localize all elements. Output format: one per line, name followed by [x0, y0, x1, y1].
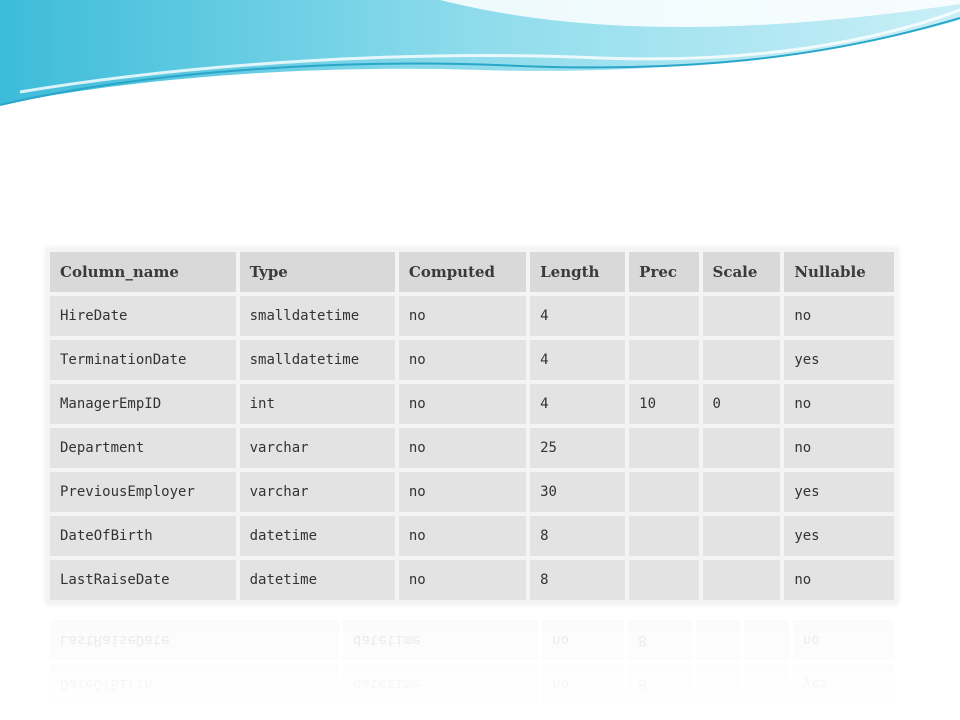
header-column-name: Column_name	[50, 252, 236, 292]
table-row: DateOfBirth datetime no 8 yes	[50, 516, 894, 556]
reflection-cell: no	[542, 620, 625, 660]
cell-computed: no	[398, 516, 527, 556]
reflection-table: DateOfBirth datetime no 8 yes LastRaiseD…	[46, 616, 898, 708]
header-nullable: Nullable	[784, 252, 894, 292]
reflection-cell: LastRaiseDate	[50, 620, 340, 660]
cell-nullable: no	[784, 296, 894, 336]
cell-scale	[702, 428, 781, 468]
schema-table-panel: Column_name Type Computed Length Prec Sc…	[46, 248, 898, 604]
cell-nullable: no	[784, 384, 894, 424]
cell-nullable: yes	[784, 472, 894, 512]
cell-column-name: Department	[50, 428, 236, 468]
reflection-cell	[744, 664, 789, 704]
cell-column-name: DateOfBirth	[50, 516, 236, 556]
cell-length: 4	[530, 340, 626, 380]
table-row: Department varchar no 25 no	[50, 428, 894, 468]
schema-table: Column_name Type Computed Length Prec Sc…	[46, 248, 898, 604]
cell-scale	[702, 472, 781, 512]
cell-type: datetime	[239, 516, 395, 556]
reflection-row: DateOfBirth datetime no 8 yes	[50, 664, 894, 704]
cell-scale	[702, 560, 781, 600]
table-row: ManagerEmpID int no 4 10 0 no	[50, 384, 894, 424]
header-computed: Computed	[398, 252, 527, 292]
header-type: Type	[239, 252, 395, 292]
cell-nullable: no	[784, 428, 894, 468]
cell-type: varchar	[239, 472, 395, 512]
cell-computed: no	[398, 296, 527, 336]
reflection-cell: 8	[628, 620, 692, 660]
cell-column-name: HireDate	[50, 296, 236, 336]
cell-computed: no	[398, 560, 527, 600]
cell-type: smalldatetime	[239, 340, 395, 380]
cell-nullable: yes	[784, 516, 894, 556]
cell-length: 4	[530, 384, 626, 424]
cell-length: 8	[530, 560, 626, 600]
table-row: HireDate smalldatetime no 4 no	[50, 296, 894, 336]
reflection-cell	[744, 620, 789, 660]
cell-prec	[629, 560, 699, 600]
cell-scale	[702, 296, 781, 336]
cell-prec	[629, 472, 699, 512]
cell-prec	[629, 516, 699, 556]
cell-prec	[629, 428, 699, 468]
cell-prec	[629, 296, 699, 336]
cell-scale	[702, 516, 781, 556]
cell-length: 4	[530, 296, 626, 336]
reflection-cell: datetime	[343, 620, 539, 660]
cell-computed: no	[398, 472, 527, 512]
cell-type: varchar	[239, 428, 395, 468]
cell-computed: no	[398, 384, 527, 424]
cell-type: datetime	[239, 560, 395, 600]
cell-computed: no	[398, 340, 527, 380]
cell-nullable: no	[784, 560, 894, 600]
cell-type: int	[239, 384, 395, 424]
table-row: PreviousEmployer varchar no 30 yes	[50, 472, 894, 512]
reflection-cell: no	[792, 620, 894, 660]
cell-nullable: yes	[784, 340, 894, 380]
cell-length: 8	[530, 516, 626, 556]
header-wave-decoration	[0, 0, 960, 106]
cell-column-name: PreviousEmployer	[50, 472, 236, 512]
cell-length: 30	[530, 472, 626, 512]
reflection-row: LastRaiseDate datetime no 8 no	[50, 620, 894, 660]
cell-prec	[629, 340, 699, 380]
cell-length: 25	[530, 428, 626, 468]
reflection-cell	[695, 620, 741, 660]
header-prec: Prec	[629, 252, 699, 292]
cell-column-name: LastRaiseDate	[50, 560, 236, 600]
table-reflection: DateOfBirth datetime no 8 yes LastRaiseD…	[46, 616, 898, 720]
reflection-cell: 8	[628, 664, 692, 704]
header-length: Length	[530, 252, 626, 292]
cell-scale: 0	[702, 384, 781, 424]
cell-type: smalldatetime	[239, 296, 395, 336]
cell-computed: no	[398, 428, 527, 468]
table-row: LastRaiseDate datetime no 8 no	[50, 560, 894, 600]
reflection-cell: datetime	[343, 664, 539, 704]
table-header-row: Column_name Type Computed Length Prec Sc…	[50, 252, 894, 292]
cell-prec: 10	[629, 384, 699, 424]
header-scale: Scale	[702, 252, 781, 292]
reflection-cell	[695, 664, 741, 704]
cell-scale	[702, 340, 781, 380]
cell-column-name: ManagerEmpID	[50, 384, 236, 424]
table-row: TerminationDate smalldatetime no 4 yes	[50, 340, 894, 380]
reflection-cell: yes	[792, 664, 894, 704]
reflection-cell: no	[542, 664, 625, 704]
cell-column-name: TerminationDate	[50, 340, 236, 380]
reflection-cell: DateOfBirth	[50, 664, 340, 704]
